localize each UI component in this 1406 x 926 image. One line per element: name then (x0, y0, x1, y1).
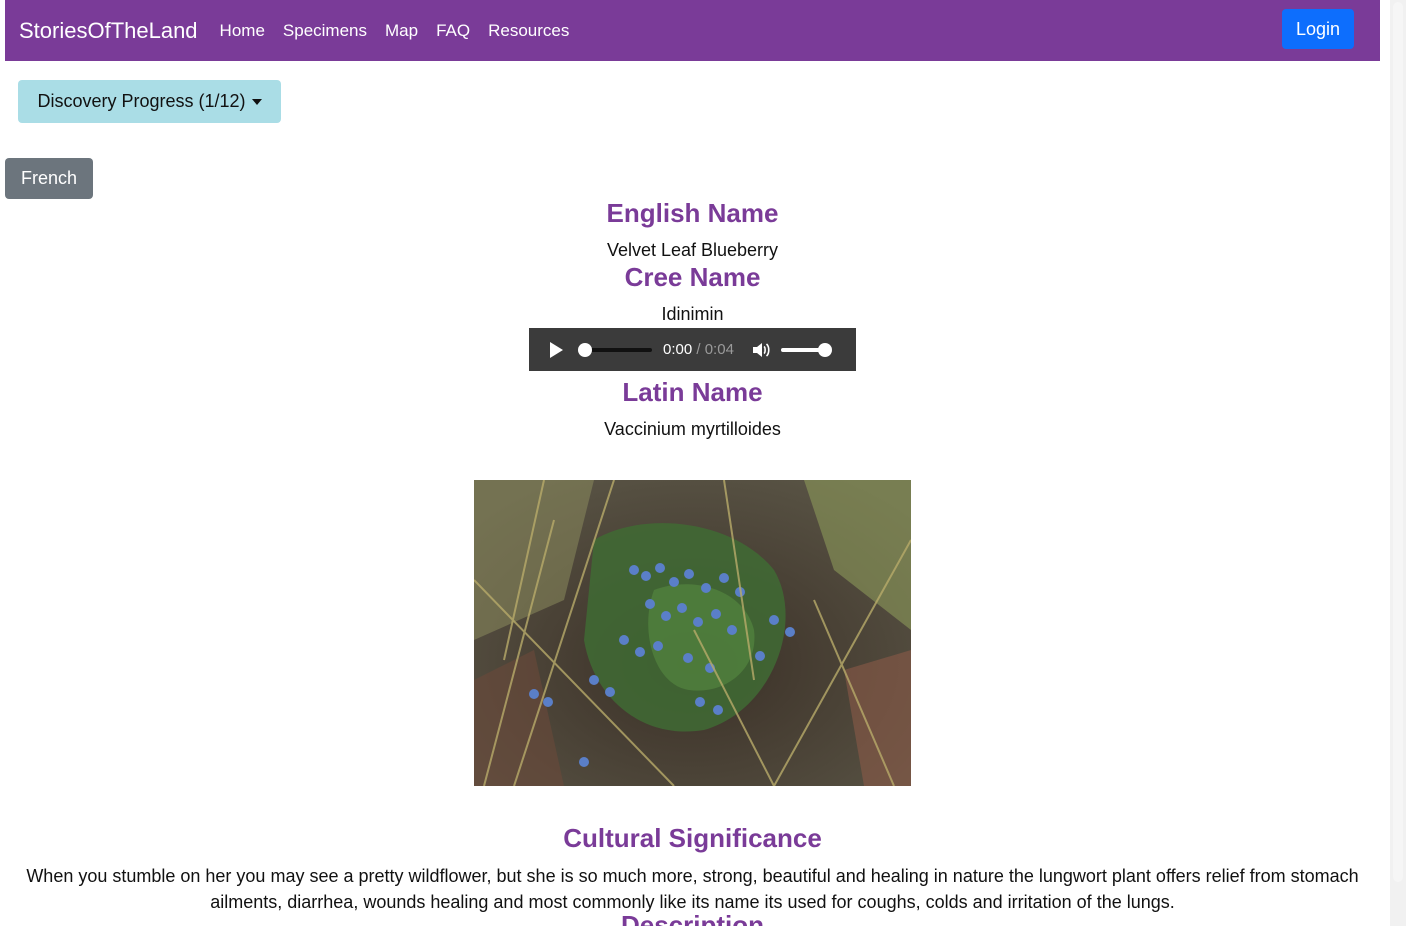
audio-time-display: 0:00 / 0:04 (663, 341, 734, 358)
cree-name-heading: Cree Name (624, 262, 761, 292)
nav-link-faq[interactable]: FAQ (436, 21, 470, 41)
cultural-significance-heading: Cultural Significance (563, 823, 822, 853)
cree-name-value: Idinimin (661, 304, 724, 324)
nav-link-specimens[interactable]: Specimens (283, 21, 367, 41)
audio-duration: 0:04 (704, 341, 734, 358)
language-toggle-button[interactable]: French (5, 158, 93, 199)
play-icon[interactable] (550, 341, 563, 358)
audio-current-time: 0:00 (663, 341, 693, 358)
discovery-progress-label: Discovery Progress (1/12) (37, 91, 246, 111)
nav-link-home[interactable]: Home (220, 21, 265, 41)
scrollbar-thumb[interactable] (1393, 2, 1403, 882)
seek-handle[interactable] (578, 342, 592, 357)
description-heading: Description (620, 910, 765, 926)
cultural-significance-text: When you stumble on her you may see a pr… (26, 866, 1359, 912)
nav-link-map[interactable]: Map (385, 21, 418, 41)
specimen-photo (474, 480, 911, 786)
latin-name-heading: Latin Name (622, 377, 763, 407)
page-scrollbar[interactable] (1390, 0, 1406, 926)
volume-icon[interactable] (752, 342, 770, 358)
discovery-progress-dropdown[interactable]: Discovery Progress (1/12) (18, 80, 281, 123)
brand-logo-text[interactable]: StoriesOfTheLand (19, 18, 198, 44)
nav-link-resources[interactable]: Resources (488, 21, 569, 41)
top-navbar: StoriesOfTheLand Home Specimens Map FAQ … (5, 0, 1380, 61)
page: StoriesOfTheLand Home Specimens Map FAQ … (0, 0, 1390, 926)
caret-down-icon (251, 98, 262, 105)
english-name-value: Velvet Leaf Blueberry (606, 240, 779, 260)
login-button[interactable]: Login (1281, 9, 1354, 49)
volume-slider[interactable] (780, 342, 832, 357)
cree-audio-player[interactable]: 0:00 / 0:04 (529, 328, 856, 371)
volume-handle[interactable] (817, 342, 832, 357)
english-name-heading: English Name (606, 198, 779, 228)
audio-seek-bar[interactable] (578, 342, 652, 357)
latin-name-value: Vaccinium myrtilloides (604, 419, 781, 439)
